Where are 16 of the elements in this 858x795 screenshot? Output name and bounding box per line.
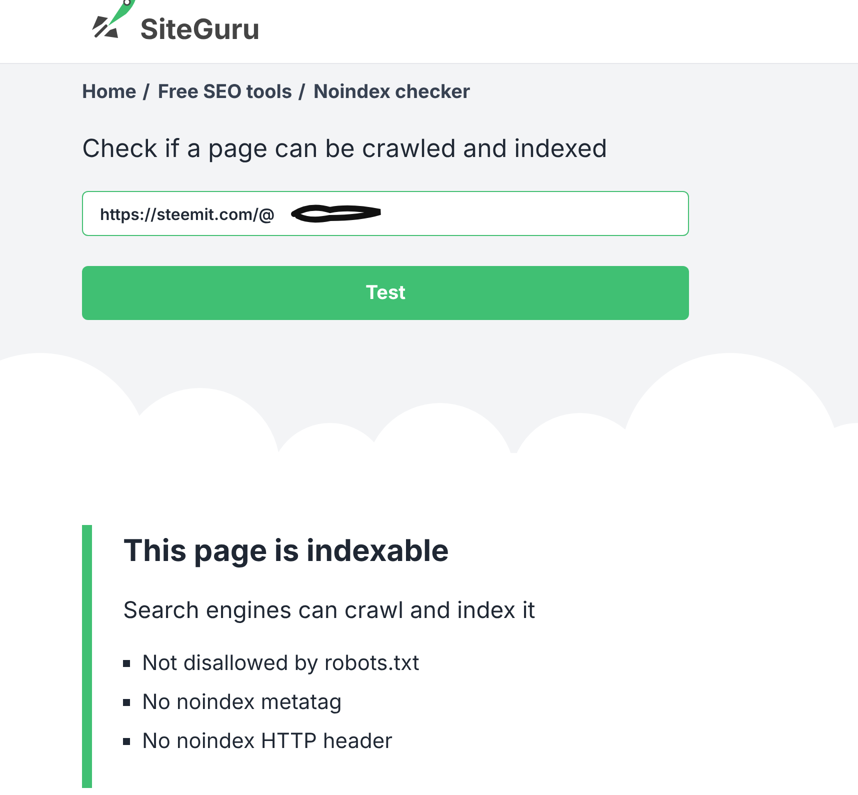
check-item: No noindex HTTP header [142, 728, 393, 756]
breadcrumb-link[interactable]: Noindex checker [313, 78, 470, 107]
url-input-field[interactable]: https://steemit.com/@ [82, 191, 689, 236]
page-heading: Check if a page can be crawled and indexed [82, 133, 608, 165]
result-title: This page is indexable [123, 532, 450, 571]
breadcrumb-link[interactable]: Home [82, 78, 137, 107]
breadcrumb-link[interactable]: Free SEO tools [158, 78, 292, 107]
breadcrumb-separator: / [142, 79, 150, 106]
bullet-icon [123, 738, 130, 745]
logo-text[interactable]: SiteGuru [140, 15, 260, 43]
check-item: No noindex metatag [142, 689, 342, 717]
result-subtitle: Search engines can crawl and index it [123, 595, 536, 625]
bullet-icon [123, 660, 130, 667]
check-item: Not disallowed by robots.txt [142, 650, 420, 678]
bullet-icon [123, 699, 130, 706]
breadcrumb-separator: / [298, 79, 306, 106]
